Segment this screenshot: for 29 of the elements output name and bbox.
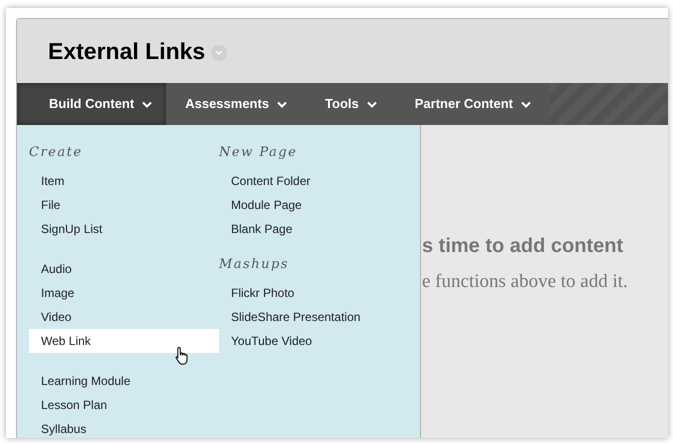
menu-heading: New Page — [219, 144, 298, 162]
page-title: External Links — [48, 36, 206, 66]
menu-item[interactable]: SignUp List — [29, 217, 106, 241]
chevron-down-icon — [366, 100, 377, 108]
menu-item[interactable]: File — [29, 193, 64, 217]
menu-item[interactable]: Learning Module — [29, 369, 134, 393]
menu-item[interactable]: Flickr Photo — [219, 281, 298, 305]
menu-item[interactable]: Video — [29, 305, 76, 329]
menu-item[interactable]: Content Folder — [219, 169, 314, 193]
empty-state-heading: s time to add content — [422, 234, 624, 258]
chevron-down-icon — [142, 100, 152, 108]
menu-item[interactable]: Audio — [29, 257, 76, 281]
menu-item[interactable]: Lesson Plan — [29, 393, 112, 417]
chevron-down-icon — [520, 100, 531, 108]
empty-state-text: e functions above to add it. — [422, 271, 629, 293]
menu-heading: Mashups — [219, 256, 290, 274]
menu-item[interactable]: Image — [29, 281, 78, 305]
nav-tab[interactable]: Build Content — [17, 83, 166, 125]
menu-item[interactable]: SlideShare Presentation — [219, 305, 364, 329]
menu-item[interactable]: Blank Page — [219, 217, 296, 241]
menu-item[interactable]: Item — [29, 169, 68, 193]
menu-item[interactable]: YouTube Video — [219, 329, 316, 353]
chevron-down-icon — [215, 50, 224, 56]
menu-heading: Create — [29, 144, 84, 162]
menu-item[interactable]: Module Page — [219, 193, 306, 217]
menu-item[interactable]: Syllabus — [29, 417, 90, 438]
title-menu-button[interactable] — [211, 44, 228, 60]
hand-cursor-icon — [174, 346, 190, 366]
chevron-down-icon — [277, 100, 288, 108]
